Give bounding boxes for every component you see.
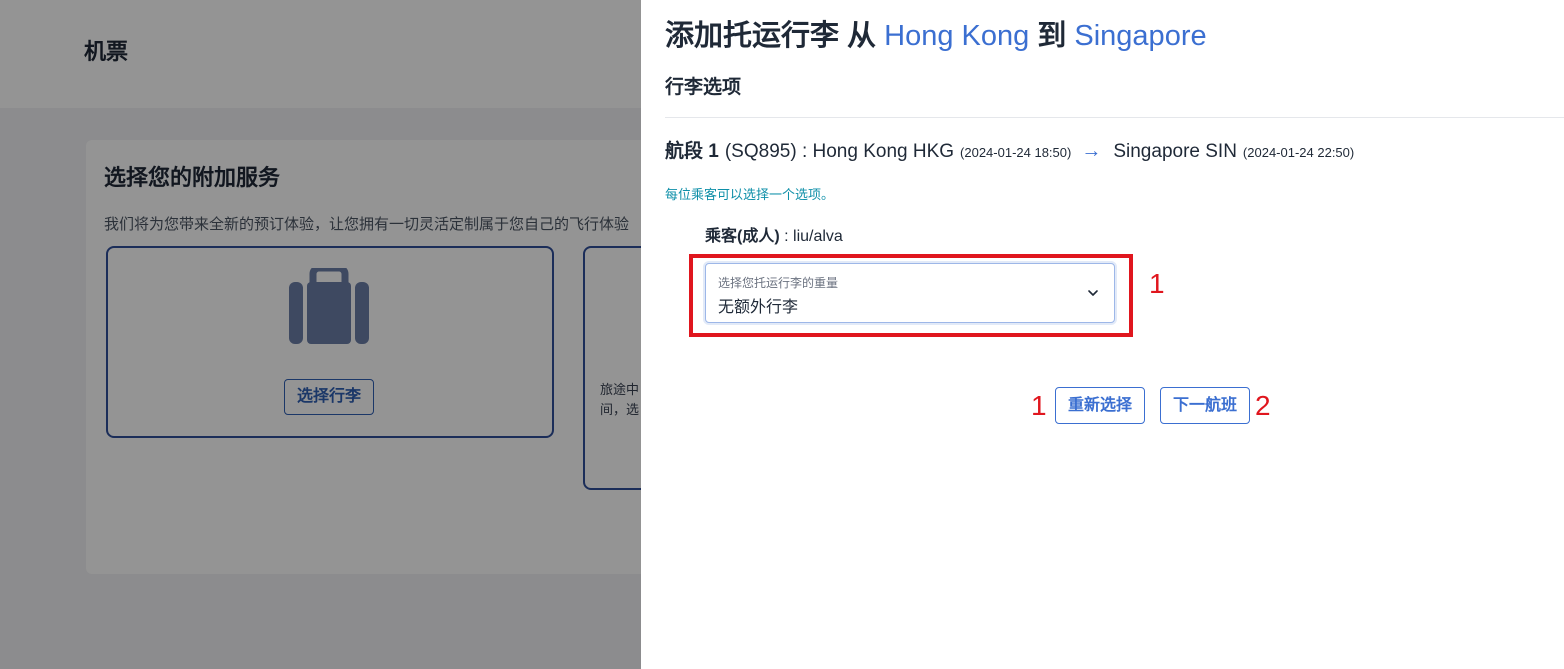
drawer-title-mid: 到 [1037, 20, 1067, 52]
annotation-marker-reset: 1 [1031, 390, 1047, 421]
arrow-right-icon: → [1081, 140, 1102, 162]
baggage-options-title: 行李选项 [665, 77, 742, 98]
baggage-weight-value: 无额外行李 [718, 299, 799, 316]
baggage-weight-select[interactable]: 选择您托运行李的重量 无额外行李 [705, 263, 1115, 323]
segment-flight: (SQ895) : Hong Kong HKG [724, 141, 955, 162]
reset-selection-button[interactable]: 重新选择 [1055, 387, 1145, 424]
passenger-name: : liu/alva [784, 228, 843, 245]
segment-arrival: Singapore SIN [1113, 141, 1237, 162]
segment-depart-time: (2024-01-24 18:50) [960, 145, 1072, 160]
drawer-title-prefix: 添加托运行李 从 [665, 20, 877, 52]
baggage-weight-label: 选择您托运行李的重量 [718, 276, 839, 290]
segment-label: 航段 1 [665, 141, 719, 162]
selection-hint: 每位乘客可以选择一个选项。 [665, 187, 835, 202]
segment-arrive-time: (2024-01-24 22:50) [1242, 145, 1355, 160]
annotation-marker-next: 2 [1255, 390, 1271, 421]
section-divider [665, 117, 1564, 118]
flight-segment: 航段 1 (SQ895) : Hong Kong HKG (2024-01-24… [665, 136, 1354, 163]
passenger-label: 乘客(成人) [705, 228, 780, 245]
next-flight-button[interactable]: 下一航班 [1160, 387, 1250, 424]
drawer-title: 添加托运行李 从 Hong Kong 到 Singapore [665, 12, 1207, 54]
passenger-info: 乘客(成人) : liu/alva [705, 222, 843, 246]
baggage-drawer: 添加托运行李 从 Hong Kong 到 Singapore 行李选项 航段 1… [641, 0, 1564, 669]
chevron-down-icon [1088, 290, 1098, 296]
destination-city: Singapore [1074, 20, 1207, 52]
origin-city: Hong Kong [884, 20, 1030, 52]
annotation-marker-select: 1 [1149, 268, 1165, 299]
